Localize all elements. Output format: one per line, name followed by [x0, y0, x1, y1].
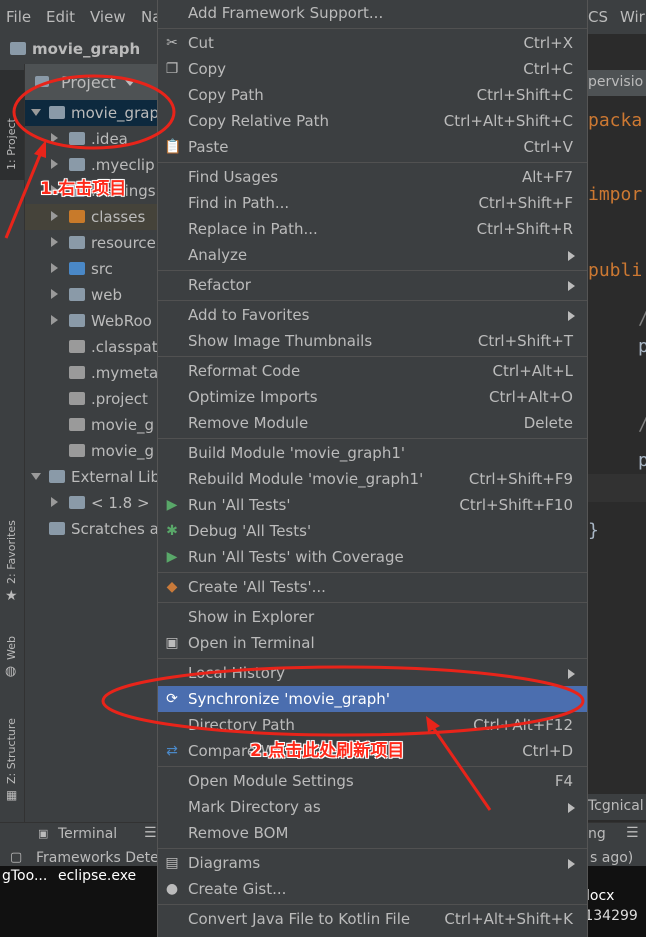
annotation-ellipse-2: [101, 665, 585, 737]
annotation-step-1: 1.右击项目: [40, 179, 127, 199]
annotation-arrowhead-1: [34, 140, 46, 158]
annotation-arrow-2: [430, 725, 492, 811]
annotation-step-2: 2.点击此处刷新项目: [250, 741, 405, 761]
annotation-overlay: [4, 74, 585, 811]
annotation-ellipse-1: [12, 74, 176, 150]
annotation-arrow-1: [4, 149, 44, 239]
